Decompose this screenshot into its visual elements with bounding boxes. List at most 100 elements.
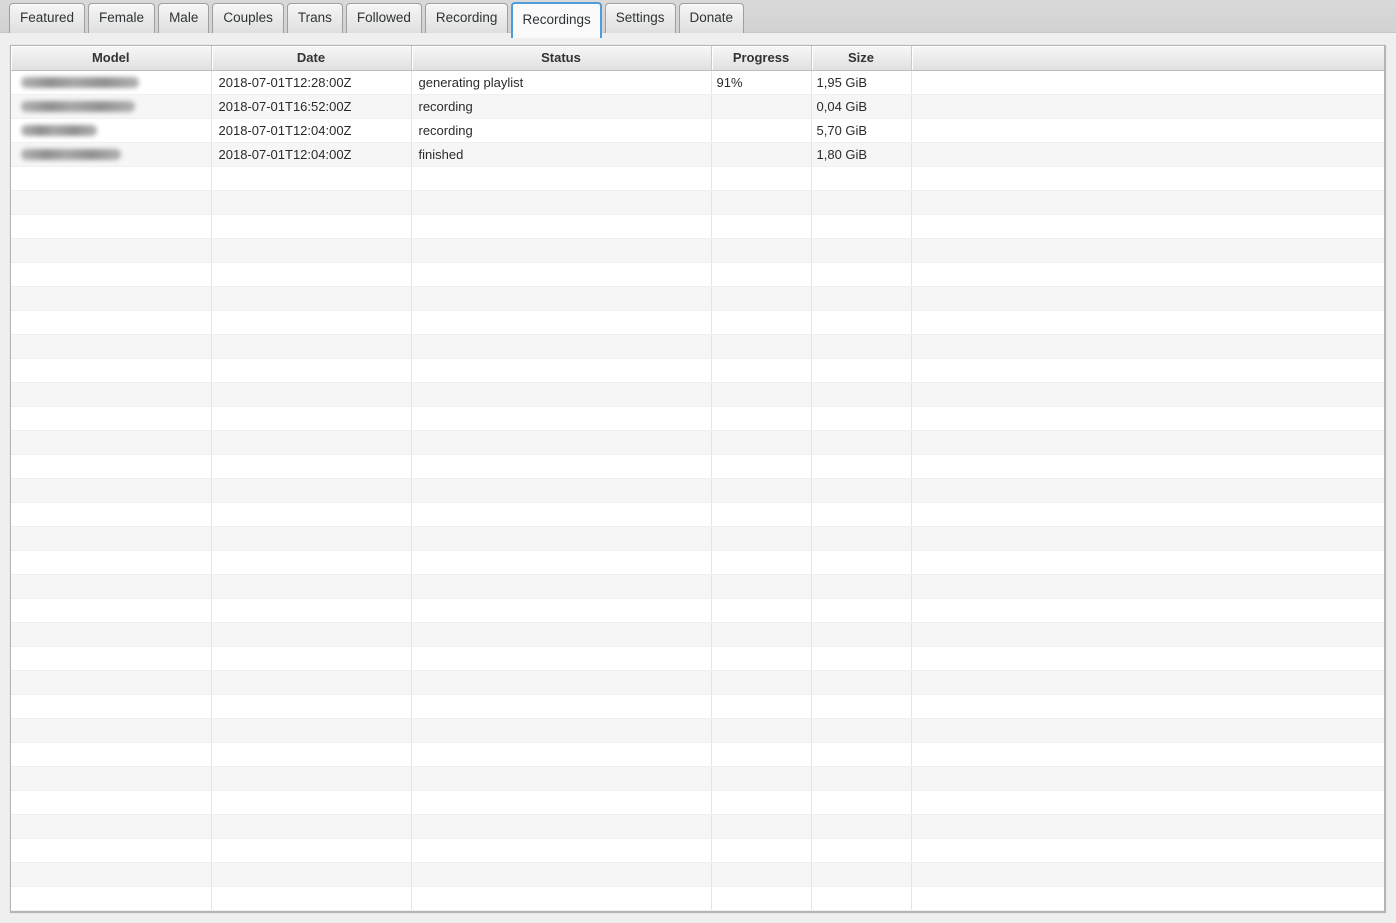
cell-status: [411, 430, 712, 455]
cell-date: 2018-07-01T12:04:00Z: [211, 118, 412, 143]
cell-status: [411, 598, 712, 623]
cell-model: [11, 598, 212, 623]
empty-table-row: [11, 286, 1384, 311]
cell-extra: [911, 382, 1384, 407]
cell-progress: [711, 214, 812, 239]
table-body: 2018-07-01T12:28:00Z generating playlist 9…: [11, 70, 1384, 911]
cell-model: [11, 766, 212, 791]
cell-model: [11, 382, 212, 407]
cell-model: [11, 694, 212, 719]
cell-status: generating playlist: [411, 70, 712, 95]
cell-progress: [711, 838, 812, 863]
tab-male[interactable]: Male: [158, 3, 210, 33]
cell-date: [211, 310, 412, 335]
cell-size: [811, 286, 912, 311]
empty-table-row: [11, 526, 1384, 551]
table-row[interactable]: 2018-07-01T16:52:00Z recording 0,04 GiB: [11, 94, 1384, 119]
empty-table-row: [11, 766, 1384, 791]
cell-size: [811, 214, 912, 239]
cell-size: [811, 670, 912, 695]
column-header-date[interactable]: Date: [211, 46, 412, 71]
cell-model: [11, 358, 212, 383]
cell-status: [411, 454, 712, 479]
tab-followed[interactable]: Followed: [345, 3, 422, 33]
cell-model: [11, 646, 212, 671]
cell-status: [411, 622, 712, 647]
table-row[interactable]: 2018-07-01T12:04:00Z recording 5,70 GiB: [11, 118, 1384, 143]
cell-progress: [711, 502, 812, 527]
cell-size: [811, 382, 912, 407]
cell-extra: [911, 166, 1384, 191]
cell-status: [411, 382, 712, 407]
tab-female[interactable]: Female: [88, 3, 156, 33]
cell-progress: [711, 814, 812, 839]
cell-model: [11, 862, 212, 887]
table-row[interactable]: 2018-07-01T12:28:00Z generating playlist 9…: [11, 70, 1384, 95]
cell-date: [211, 766, 412, 791]
column-header-size[interactable]: Size: [811, 46, 912, 71]
cell-extra: [911, 646, 1384, 671]
tab-featured[interactable]: Featured: [9, 3, 86, 33]
cell-extra: [911, 550, 1384, 575]
cell-size: [811, 694, 912, 719]
cell-date: [211, 454, 412, 479]
column-header-status[interactable]: Status: [411, 46, 712, 71]
cell-size: [811, 262, 912, 287]
cell-date: [211, 574, 412, 599]
column-header-extra[interactable]: [911, 46, 1384, 71]
cell-extra: [911, 214, 1384, 239]
redacted-model-name: [21, 124, 97, 136]
cell-model: [11, 238, 212, 263]
cell-size: 5,70 GiB: [811, 118, 912, 143]
tab-recordings[interactable]: Recordings: [511, 2, 602, 38]
empty-table-row: [11, 598, 1384, 623]
cell-progress: [711, 526, 812, 551]
tab-trans[interactable]: Trans: [286, 3, 343, 33]
cell-extra: [911, 358, 1384, 383]
cell-date: [211, 262, 412, 287]
cell-status: [411, 814, 712, 839]
cell-extra: [911, 574, 1384, 599]
cell-extra: [911, 286, 1384, 311]
cell-size: [811, 766, 912, 791]
tab-settings[interactable]: Settings: [604, 3, 676, 33]
tab-donate[interactable]: Donate: [678, 3, 745, 33]
cell-progress: [711, 310, 812, 335]
cell-size: [811, 310, 912, 335]
cell-extra: [911, 190, 1384, 215]
empty-table-row: [11, 670, 1384, 695]
table-row[interactable]: 2018-07-01T12:04:00Z finished 1,80 GiB: [11, 142, 1384, 167]
cell-progress: [711, 94, 812, 119]
tab-recording[interactable]: Recording: [424, 3, 509, 33]
tab-couples[interactable]: Couples: [212, 3, 284, 33]
cell-progress: [711, 142, 812, 167]
cell-date: [211, 286, 412, 311]
cell-date: [211, 622, 412, 647]
cell-progress: [711, 886, 812, 911]
cell-progress: [711, 598, 812, 623]
cell-status: [411, 694, 712, 719]
column-header-progress[interactable]: Progress: [711, 46, 812, 71]
cell-size: [811, 166, 912, 191]
cell-size: [811, 886, 912, 911]
cell-size: [811, 454, 912, 479]
cell-extra: [911, 454, 1384, 479]
column-header-model[interactable]: Model: [11, 46, 212, 71]
cell-date: [211, 814, 412, 839]
cell-extra: [911, 502, 1384, 527]
cell-model: [11, 70, 212, 95]
cell-date: [211, 406, 412, 431]
cell-status: [411, 886, 712, 911]
cell-model: [11, 622, 212, 647]
cell-status: [411, 502, 712, 527]
cell-model: [11, 454, 212, 479]
cell-size: [811, 406, 912, 431]
cell-date: [211, 166, 412, 191]
cell-model: [11, 526, 212, 551]
cell-status: [411, 766, 712, 791]
cell-extra: [911, 670, 1384, 695]
cell-status: recording: [411, 118, 712, 143]
cell-progress: [711, 382, 812, 407]
empty-table-row: [11, 190, 1384, 215]
cell-status: [411, 742, 712, 767]
